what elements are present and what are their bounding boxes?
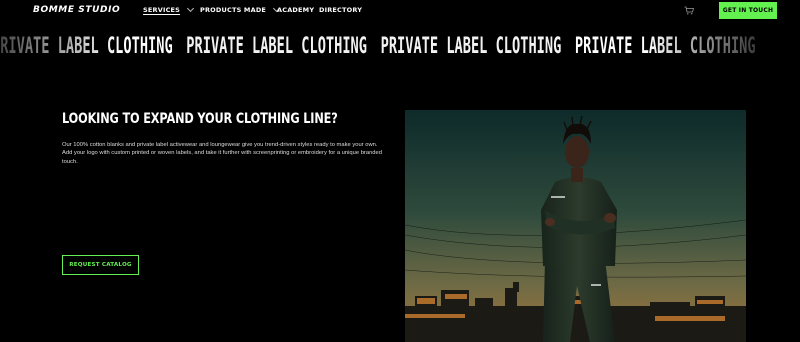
get-in-touch-button[interactable]: GET IN TOUCH — [719, 2, 777, 19]
marquee-banner: PRIVATE LABEL CLOTHING PRIVATE LABEL CLOT… — [0, 34, 800, 59]
hero-image — [405, 110, 746, 342]
chevron-down-icon — [187, 4, 195, 13]
nav-item-label: DIRECTORY — [319, 6, 363, 14]
marquee-item: PRIVATE LABEL CLOTHING — [0, 34, 173, 59]
model-photo — [405, 110, 746, 342]
nav-item-products-made[interactable]: PRODUCTS MADE — [200, 4, 281, 14]
marquee-item: PRIVATE LABEL CLOTHING — [574, 34, 756, 59]
request-catalog-button[interactable]: REQUEST CATALOG — [62, 255, 139, 275]
nav-item-academy[interactable]: ACADEMY — [277, 6, 314, 14]
cart-icon[interactable] — [684, 6, 694, 15]
nav-item-label: PRODUCTS MADE — [200, 6, 267, 14]
nav-item-label: SERVICES — [143, 6, 181, 14]
nav-item-directory[interactable]: DIRECTORY — [319, 6, 362, 14]
top-nav: BOMME STUDIO SERVICES PRODUCTS MADE ACAD… — [0, 0, 800, 22]
marquee-item: PRIVATE LABEL CLOTHING — [186, 34, 367, 59]
hero-description: Our 100% cotton blanks and private label… — [62, 142, 382, 165]
nav-item-label: ACADEMY — [277, 6, 315, 14]
nav-item-services[interactable]: SERVICES — [143, 4, 195, 14]
marquee-item: PRIVATE LABEL CLOTHING — [380, 34, 562, 59]
logo[interactable]: BOMME STUDIO — [33, 5, 120, 15]
page-title: LOOKING TO EXPAND YOUR CLOTHING LINE? — [62, 111, 338, 127]
